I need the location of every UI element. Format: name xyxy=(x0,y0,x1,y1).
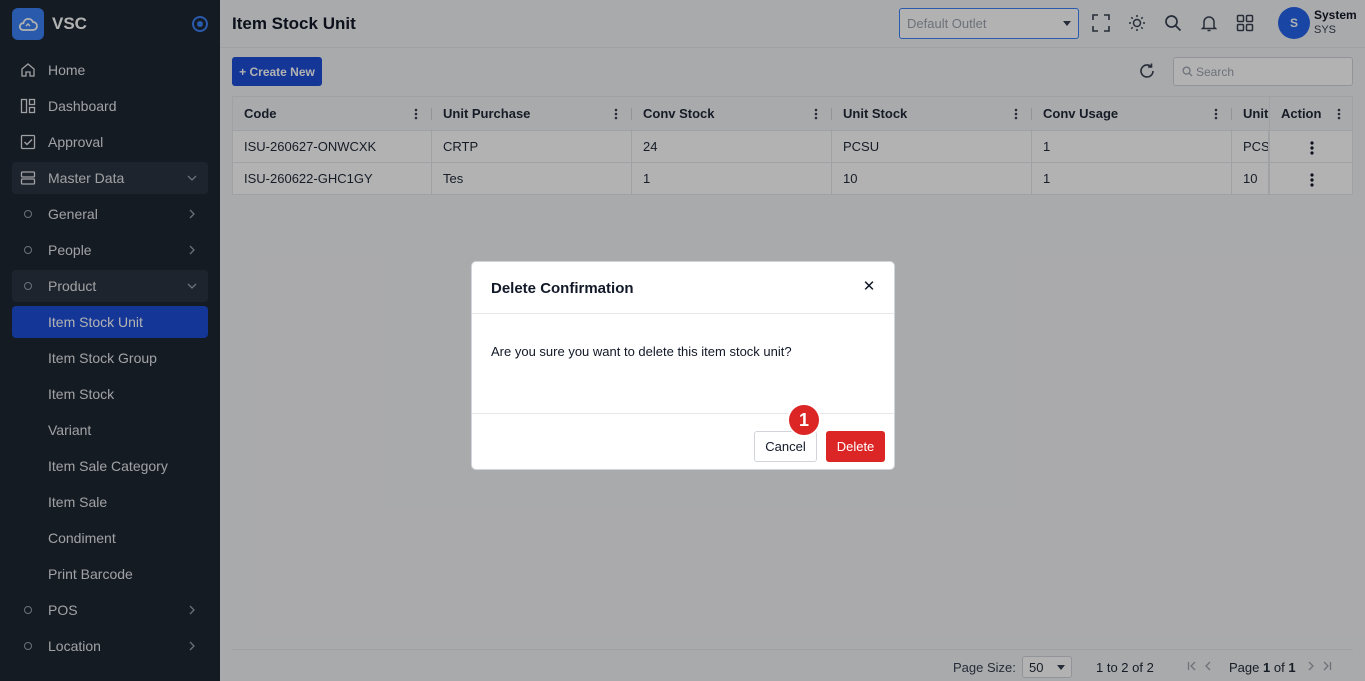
close-icon[interactable]: ✕ xyxy=(862,279,876,294)
modal-footer: Cancel Delete xyxy=(472,413,894,471)
modal-header: Delete Confirmation ✕ xyxy=(472,262,894,314)
modal-message: Are you sure you want to delete this ite… xyxy=(491,344,792,359)
step-number-badge: 1 xyxy=(787,403,821,437)
delete-button[interactable]: Delete xyxy=(826,431,885,462)
modal-title: Delete Confirmation xyxy=(491,280,634,297)
delete-confirmation-dialog: Delete Confirmation ✕ Are you sure you w… xyxy=(471,261,895,470)
